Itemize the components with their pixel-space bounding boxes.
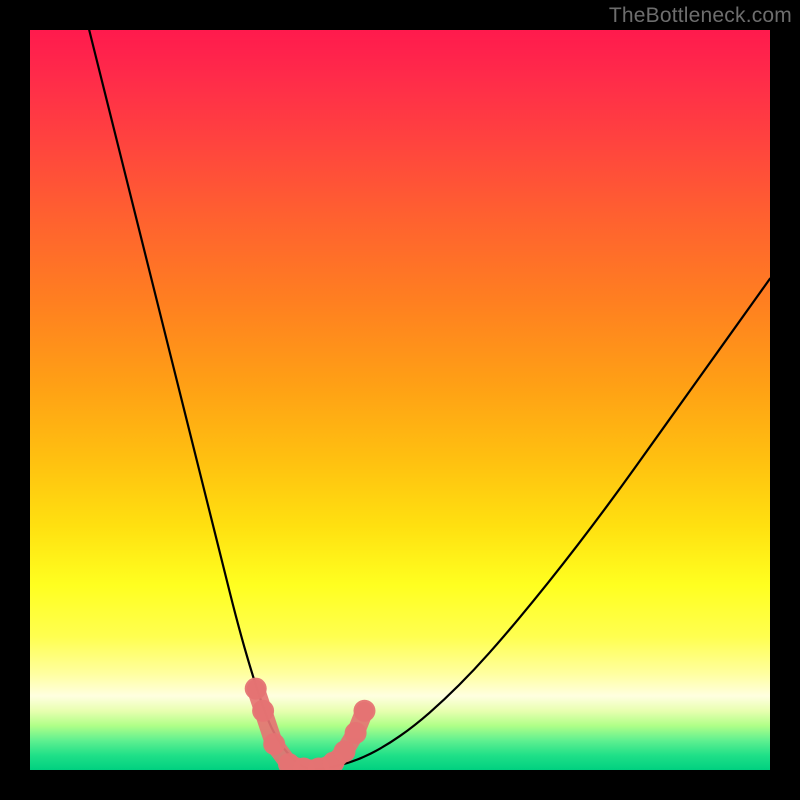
chart-frame: TheBottleneck.com xyxy=(0,0,800,800)
bottleneck-curve xyxy=(89,30,770,769)
curve-layer xyxy=(30,30,770,770)
watermark-text: TheBottleneck.com xyxy=(609,4,792,28)
threshold-markers xyxy=(245,678,376,770)
plot-area xyxy=(30,30,770,770)
